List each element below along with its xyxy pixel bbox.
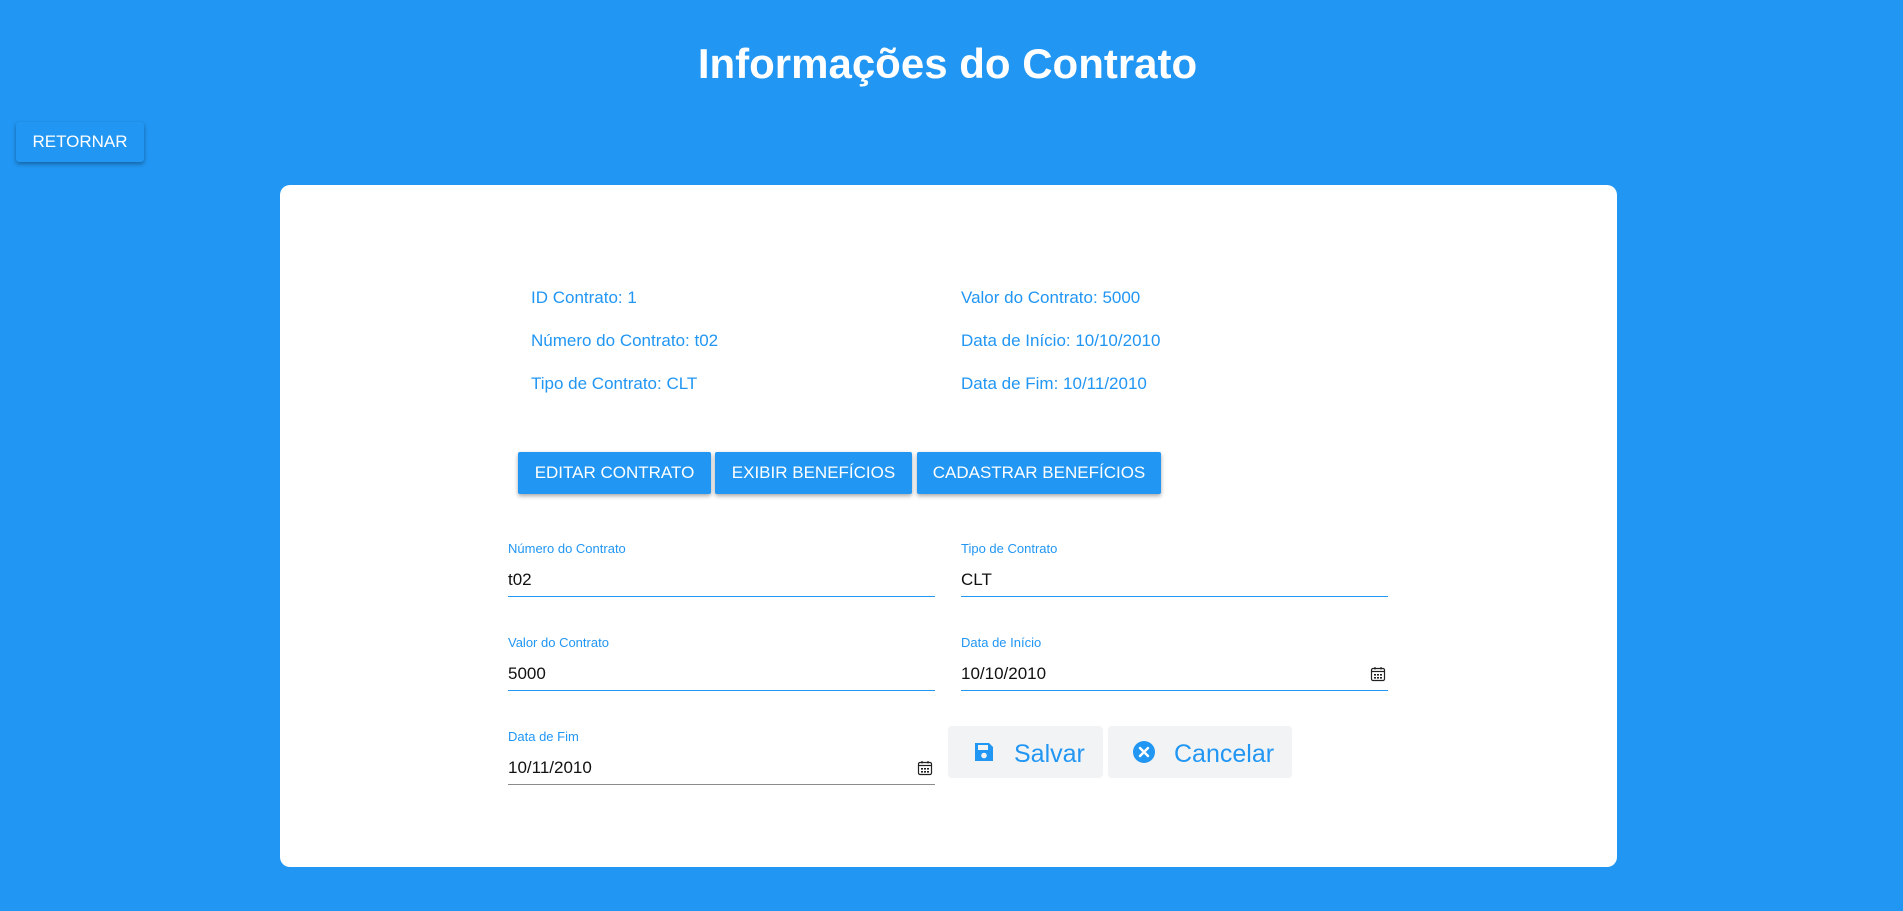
info-contract-value-label: Valor do Contrato:: [961, 288, 1103, 307]
register-benefits-button[interactable]: CADASTRAR BENEFÍCIOS: [917, 452, 1161, 494]
start-date-field: Data de Início: [961, 635, 1388, 699]
cancel-label: Cancelar: [1174, 740, 1275, 768]
info-contract-type: Tipo de Contrato: CLT: [531, 374, 697, 394]
show-benefits-button[interactable]: EXIBIR BENEFÍCIOS: [715, 452, 912, 494]
contract-number-field: Número do Contrato: [508, 541, 935, 605]
contract-type-input[interactable]: [961, 563, 1388, 597]
info-end-date-label: Data de Fim:: [961, 374, 1064, 393]
info-end-date: Data de Fim: 10/11/2010: [961, 374, 1147, 394]
contract-value-field: Valor do Contrato: [508, 635, 935, 699]
end-date-input[interactable]: [508, 751, 935, 785]
cancel-circle-icon: [1133, 741, 1155, 763]
contract-number-input[interactable]: [508, 563, 935, 597]
info-contract-number-value: t02: [694, 331, 719, 350]
end-date-field: Data de Fim: [508, 729, 935, 793]
info-contract-type-label: Tipo de Contrato:: [531, 374, 667, 393]
start-date-label: Data de Início: [961, 635, 1042, 650]
contract-number-label: Número do Contrato: [508, 541, 626, 556]
info-contract-value: Valor do Contrato: 5000: [961, 288, 1140, 308]
contract-type-field: Tipo de Contrato: [961, 541, 1388, 605]
contract-card: ID Contrato: 1 Número do Contrato: t02 T…: [280, 185, 1617, 867]
info-contract-number-label: Número do Contrato:: [531, 331, 695, 350]
info-start-date-value: 10/10/2010: [1075, 331, 1161, 350]
save-button[interactable]: Salvar: [948, 726, 1103, 778]
save-icon: [975, 743, 993, 761]
info-contract-value-value: 5000: [1102, 288, 1141, 307]
info-contract-id-label: ID Contrato:: [531, 288, 628, 307]
cancel-button[interactable]: Cancelar: [1108, 726, 1292, 778]
start-date-input[interactable]: [961, 657, 1388, 691]
save-label: Salvar: [1014, 740, 1085, 768]
page: Informações do Contrato RETORNAR ID Cont…: [0, 0, 1903, 911]
edit-contract-button[interactable]: EDITAR CONTRATO: [518, 452, 711, 494]
return-button[interactable]: RETORNAR: [16, 122, 144, 162]
info-contract-number: Número do Contrato: t02: [531, 331, 718, 351]
contract-value-label: Valor do Contrato: [508, 635, 609, 650]
info-end-date-value: 10/11/2010: [1063, 374, 1147, 393]
contract-type-label: Tipo de Contrato: [961, 541, 1058, 556]
calendar-icon[interactable]: [917, 760, 933, 776]
calendar-icon[interactable]: [1370, 666, 1386, 682]
info-contract-type-value: CLT: [666, 374, 698, 393]
page-title: Informações do Contrato: [697, 40, 1198, 87]
info-start-date-label: Data de Início:: [961, 331, 1076, 350]
info-contract-id: ID Contrato: 1: [531, 288, 637, 308]
info-start-date: Data de Início: 10/10/2010: [961, 331, 1160, 351]
contract-value-input[interactable]: [508, 657, 935, 691]
info-contract-id-value: 1: [627, 288, 637, 307]
end-date-label: Data de Fim: [508, 729, 579, 744]
